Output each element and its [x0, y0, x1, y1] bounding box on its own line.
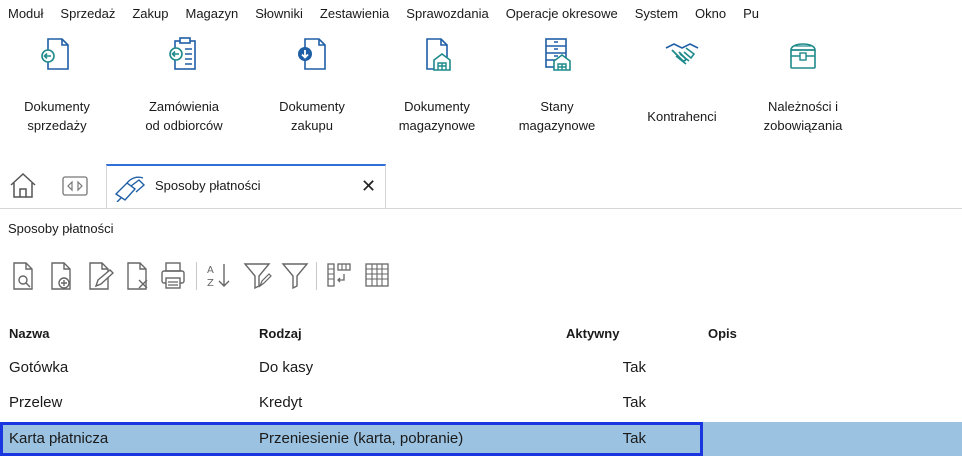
- order-list-icon: [169, 37, 196, 70]
- preview-document-icon[interactable]: [8, 256, 38, 294]
- cell-rodzaj: Kredyt: [259, 394, 303, 411]
- tab-navigation-icon[interactable]: [62, 176, 88, 196]
- cell-aktywny: Tak: [622, 430, 646, 447]
- ribbon-dokumenty-sprzedazy[interactable]: Dokumenty sprzedaży: [12, 34, 102, 135]
- ribbon-label-2: Zamówienia: [148, 99, 220, 114]
- column-header-rodzaj[interactable]: Rodzaj: [259, 318, 302, 350]
- cell-nazwa: Przelew: [9, 394, 63, 411]
- cell-nazwa: Gotówka: [9, 359, 69, 376]
- tab-sposoby-platnosci[interactable]: Sposoby płatności ✕: [106, 164, 386, 208]
- filter-edit-icon[interactable]: [242, 256, 272, 294]
- ribbon-label-6: Kontrahenci: [647, 109, 717, 124]
- add-document-icon[interactable]: [46, 256, 76, 294]
- ribbon-dokumenty-magazynowe[interactable]: Dokumenty magazynowe: [382, 34, 492, 135]
- ribbon-label-7: Należności i: [767, 99, 839, 114]
- ribbon: Dokumenty sprzedaży Zamówienia od odbior…: [0, 34, 962, 154]
- column-header-nazwa[interactable]: Nazwa: [9, 318, 49, 350]
- menu-operacje-okresowe[interactable]: Operacje okresowe: [497, 6, 626, 21]
- table-header: Nazwa Rodzaj Aktywny Opis: [0, 318, 962, 350]
- column-header-opis[interactable]: Opis: [708, 318, 737, 350]
- close-icon[interactable]: ✕: [361, 176, 376, 196]
- menu-zakup[interactable]: Zakup: [123, 6, 176, 21]
- menu-zestawienia[interactable]: Zestawienia: [311, 6, 397, 21]
- cell-rodzaj: Przeniesienie (karta, pobranie): [259, 430, 464, 447]
- cell-aktywny: Tak: [622, 359, 646, 376]
- menu-sprzedaz[interactable]: Sprzedaż: [51, 6, 123, 21]
- tab-bar: Sposoby płatności ✕: [0, 164, 962, 209]
- ribbon-zamowienia-od-odbiorcow[interactable]: Zamówienia od odbiorców: [129, 34, 239, 135]
- payment-methods-icon: [114, 176, 146, 202]
- treasure-chest-icon: [790, 43, 816, 69]
- page-title: Sposoby płatności: [8, 221, 114, 236]
- ribbon-kontrahenci[interactable]: Kontrahenci: [632, 34, 732, 126]
- svg-text:Z: Z: [207, 278, 214, 289]
- svg-text:A: A: [207, 265, 214, 276]
- menu-magazyn[interactable]: Magazyn: [176, 6, 246, 21]
- menu-sprawozdania[interactable]: Sprawozdania: [397, 6, 496, 21]
- delete-document-icon[interactable]: [122, 256, 152, 294]
- table-row[interactable]: Przelew Kredyt Tak: [0, 386, 962, 420]
- menu-system[interactable]: System: [626, 6, 686, 21]
- column-header-aktywny[interactable]: Aktywny: [566, 318, 619, 350]
- warehouse-doc-icon: [426, 38, 451, 71]
- home-icon[interactable]: [8, 170, 38, 200]
- ribbon-label-3: Dokumenty: [279, 99, 345, 114]
- cell-nazwa: Karta płatnicza: [9, 430, 109, 447]
- ribbon-label-5: Stany: [540, 99, 574, 114]
- table-row-selected[interactable]: Karta płatnicza Przeniesienie (karta, po…: [0, 422, 962, 456]
- table-row[interactable]: Gotówka Do kasy Tak: [0, 351, 962, 385]
- cell-rodzaj: Do kasy: [259, 359, 314, 376]
- toolbar: A Z: [8, 256, 708, 296]
- ribbon-label-1: Dokumenty: [24, 99, 90, 114]
- toolbar-separator: [196, 262, 197, 290]
- ribbon-label-7b: zobowiązania: [763, 118, 843, 133]
- menu-pu[interactable]: Pu: [734, 6, 767, 21]
- column-chooser-icon[interactable]: [324, 256, 354, 294]
- ribbon-naleznosci-i-zobowiazania[interactable]: Należności i zobowiązania: [744, 34, 862, 135]
- ribbon-label-4: Dokumenty: [404, 99, 470, 114]
- ribbon-label-3b: zakupu: [291, 118, 333, 133]
- ribbon-dokumenty-zakupu[interactable]: Dokumenty zakupu: [264, 34, 360, 135]
- handshake-icon: [665, 43, 699, 65]
- ribbon-label-2b: od odbiorców: [145, 118, 223, 133]
- ribbon-label-5b: magazynowe: [518, 118, 596, 133]
- ribbon-stany-magazynowe[interactable]: Stany magazynowe: [504, 34, 610, 135]
- doc-arrow-left-icon: [41, 38, 69, 70]
- ribbon-label-4b: magazynowe: [398, 118, 476, 133]
- print-icon[interactable]: [158, 256, 188, 294]
- edit-document-icon[interactable]: [84, 256, 114, 294]
- doc-arrow-right-icon: [298, 38, 326, 70]
- menu-slowniki[interactable]: Słowniki: [246, 6, 311, 21]
- menu-okno[interactable]: Okno: [686, 6, 734, 21]
- sort-az-icon[interactable]: A Z: [204, 256, 234, 294]
- toolbar-separator: [316, 262, 317, 290]
- grid-icon[interactable]: [362, 256, 392, 294]
- menu-modul[interactable]: Moduł: [0, 6, 51, 21]
- cell-aktywny: Tak: [622, 394, 646, 411]
- ribbon-label-1b: sprzedaży: [27, 118, 87, 133]
- filter-icon[interactable]: [280, 256, 310, 294]
- warehouse-stock-icon: [545, 38, 571, 71]
- tab-title: Sposoby płatności: [155, 178, 261, 193]
- menu-bar: Moduł Sprzedaż Zakup Magazyn Słowniki Ze…: [0, 0, 962, 26]
